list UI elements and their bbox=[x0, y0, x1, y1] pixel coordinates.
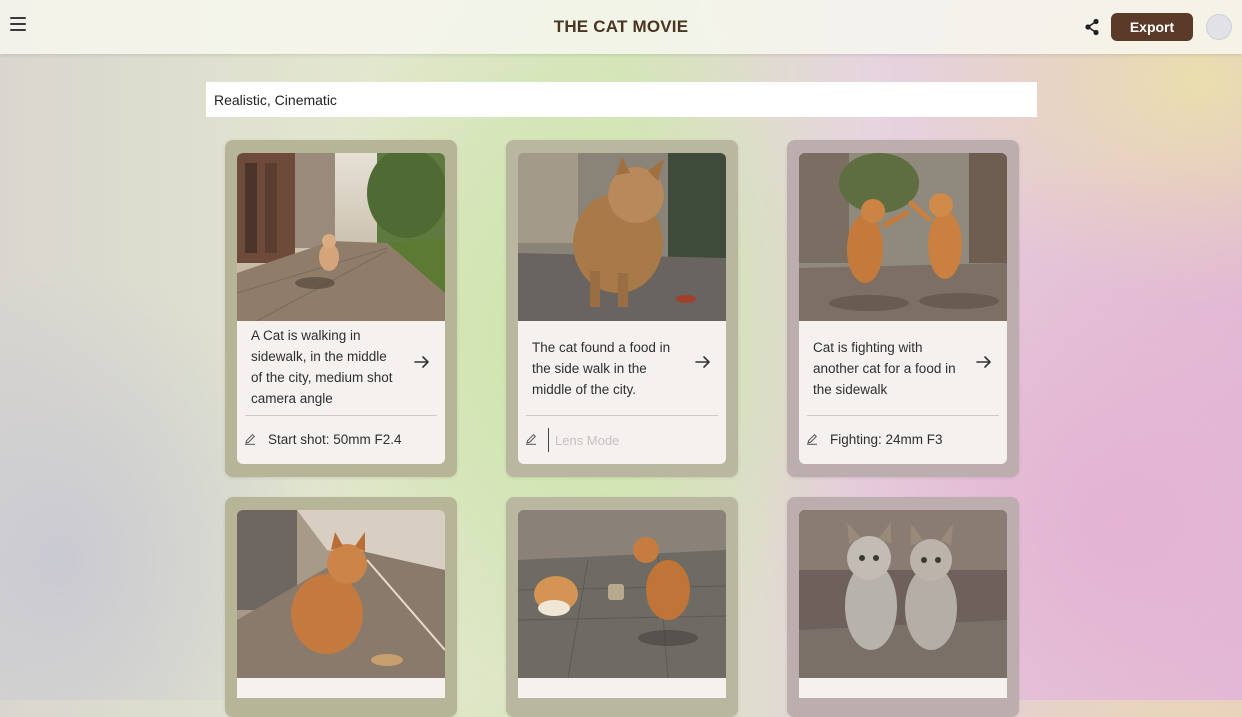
page-title: THE CAT MOVIE bbox=[553, 17, 689, 36]
arrow-right-icon[interactable] bbox=[413, 353, 431, 371]
shot-note[interactable]: Start shot: 50mm F2.4 bbox=[268, 432, 402, 447]
shot-card bbox=[787, 497, 1019, 717]
description-panel: The cat found a food in the side walk in… bbox=[518, 321, 726, 464]
shot-image[interactable] bbox=[518, 510, 726, 678]
description-panel: Cat is fighting with another cat for a f… bbox=[799, 321, 1007, 464]
export-button[interactable]: Export bbox=[1111, 13, 1193, 41]
note-row: Start shot: 50mm F2.4 bbox=[237, 416, 445, 464]
avatar[interactable] bbox=[1206, 14, 1232, 40]
note-row bbox=[518, 416, 726, 464]
description-panel bbox=[518, 678, 726, 698]
pencil-icon bbox=[526, 433, 537, 445]
shot-image[interactable] bbox=[799, 510, 1007, 678]
style-input[interactable] bbox=[206, 82, 1037, 117]
share-icon[interactable] bbox=[1084, 18, 1100, 36]
description-panel bbox=[237, 678, 445, 698]
pencil-icon bbox=[807, 433, 818, 445]
shot-card: A Cat is walking in sidewalk, in the mid… bbox=[225, 140, 457, 477]
pencil-icon bbox=[245, 433, 256, 445]
shot-card: The cat found a food in the side walk in… bbox=[506, 140, 738, 477]
top-bar: THE CAT MOVIE Export bbox=[0, 0, 1242, 54]
shot-note[interactable]: Fighting: 24mm F3 bbox=[830, 432, 943, 447]
shot-description[interactable]: A Cat is walking in sidewalk, in the mid… bbox=[237, 321, 401, 409]
shot-card bbox=[506, 497, 738, 717]
lens-mode-input[interactable] bbox=[548, 428, 717, 452]
description-panel bbox=[799, 678, 1007, 698]
shot-card bbox=[225, 497, 457, 717]
arrow-right-icon[interactable] bbox=[975, 353, 993, 371]
shot-card: Cat is fighting with another cat for a f… bbox=[787, 140, 1019, 477]
shot-image[interactable] bbox=[799, 153, 1007, 321]
shot-description[interactable]: Cat is fighting with another cat for a f… bbox=[799, 321, 963, 409]
note-row: Fighting: 24mm F3 bbox=[799, 416, 1007, 464]
description-panel: A Cat is walking in sidewalk, in the mid… bbox=[237, 321, 445, 464]
shot-image[interactable] bbox=[237, 510, 445, 678]
shot-image[interactable] bbox=[237, 153, 445, 321]
shot-image[interactable] bbox=[518, 153, 726, 321]
arrow-right-icon[interactable] bbox=[694, 353, 712, 371]
shot-description[interactable]: The cat found a food in the side walk in… bbox=[518, 321, 682, 409]
